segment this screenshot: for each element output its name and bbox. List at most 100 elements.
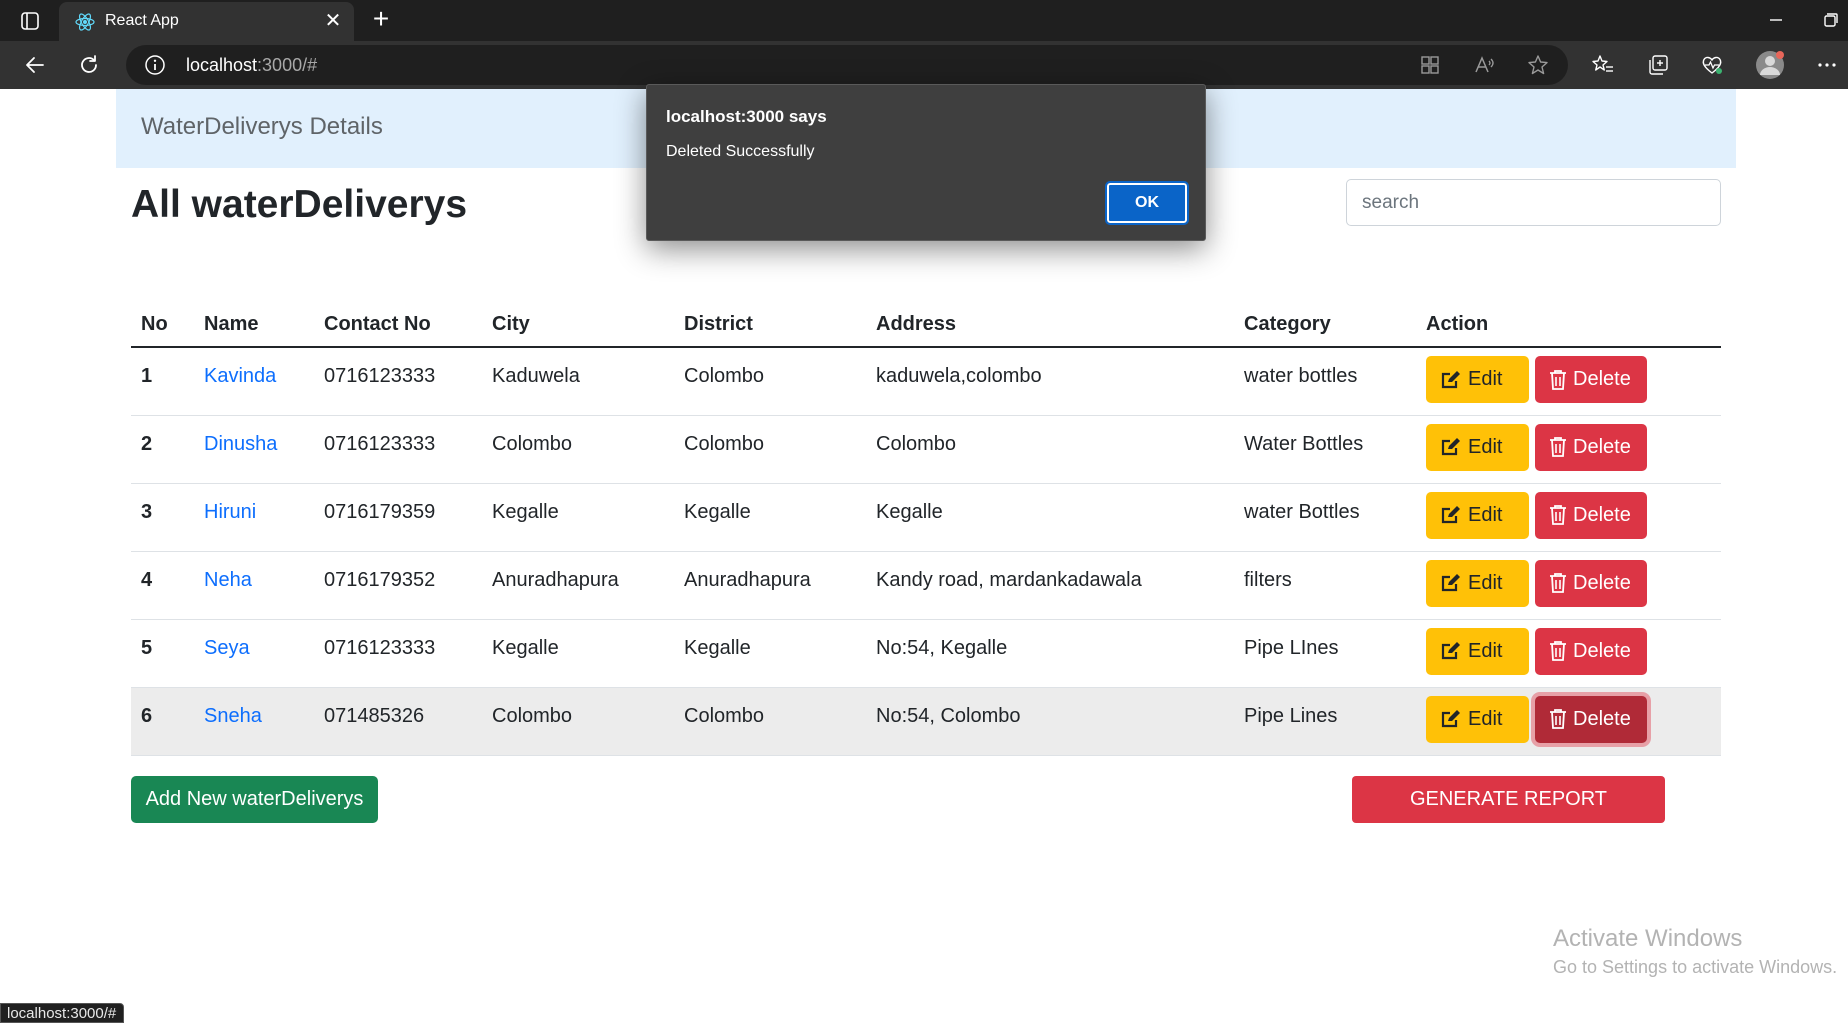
back-icon[interactable] <box>21 51 49 79</box>
city-cell: Anuradhapura <box>482 551 674 620</box>
edit-label: Edit <box>1468 571 1503 594</box>
edit-label: Edit <box>1468 435 1503 458</box>
generate-report-button[interactable]: GENERATE REPORT <box>1352 776 1665 823</box>
action-cell: Edit Delete <box>1416 551 1721 620</box>
address-host: localhost <box>186 55 258 75</box>
edit-button[interactable]: Edit <box>1426 423 1529 471</box>
edit-icon <box>1441 506 1460 524</box>
collections-icon[interactable] <box>1644 51 1672 79</box>
name-link[interactable]: Neha <box>204 569 252 591</box>
table-row: 1 Kavinda 0716123333 Kaduwela Colombo ka… <box>131 347 1721 416</box>
refresh-icon[interactable] <box>75 51 103 79</box>
table-row: 4 Neha 0716179352 Anuradhapura Anuradhap… <box>131 551 1721 620</box>
address-bar[interactable]: localhost:3000/# <box>126 45 1568 85</box>
contact-cell: 071485326 <box>314 687 482 756</box>
city-cell: Colombo <box>482 415 674 484</box>
column-header-action: Action <box>1416 302 1721 348</box>
favorite-star-icon[interactable] <box>1524 51 1552 79</box>
column-header-no: No <box>131 302 194 348</box>
delete-label: Delete <box>1573 571 1631 594</box>
category-cell: water Bottles <box>1234 483 1416 552</box>
action-cell: Edit Delete <box>1416 687 1721 756</box>
action-cell: Edit Delete <box>1416 415 1721 484</box>
column-header-category: Category <box>1234 302 1416 348</box>
contact-cell: 0716123333 <box>314 415 482 484</box>
navbar-brand[interactable]: WaterDeliverys Details <box>141 113 383 141</box>
delete-label: Delete <box>1573 435 1631 458</box>
site-info-icon[interactable] <box>144 54 166 76</box>
address-cell: Kegalle <box>866 483 1234 552</box>
edit-button[interactable]: Edit <box>1426 356 1529 403</box>
address-cell: No:54, Colombo <box>866 687 1234 756</box>
name-cell: Kavinda <box>194 347 314 416</box>
name-link[interactable]: Kavinda <box>204 365 276 387</box>
edit-label: Edit <box>1468 639 1503 662</box>
edit-button[interactable]: Edit <box>1426 559 1529 607</box>
delete-button[interactable]: Delete <box>1535 627 1647 675</box>
city-cell: Colombo <box>482 687 674 756</box>
table-row: 3 Hiruni 0716179359 Kegalle Kegalle Kega… <box>131 483 1721 552</box>
edit-button[interactable]: Edit <box>1426 491 1529 539</box>
search-input[interactable] <box>1346 179 1721 226</box>
district-cell: Kegalle <box>674 483 866 552</box>
browser-tab-bar: React App ✕ + <box>0 0 1848 41</box>
browser-essentials-icon[interactable] <box>1698 51 1726 79</box>
activate-windows-watermark: Activate Windows Go to Settings to activ… <box>1553 925 1837 978</box>
profile-avatar-icon[interactable] <box>1755 50 1785 80</box>
edit-icon <box>1441 710 1460 728</box>
address-cell: kaduwela,colombo <box>866 347 1234 416</box>
activate-subtitle: Go to Settings to activate Windows. <box>1553 957 1838 977</box>
row-number: 2 <box>131 415 194 484</box>
delete-button[interactable]: Delete <box>1535 423 1647 471</box>
delete-button[interactable]: Delete <box>1535 356 1647 403</box>
name-link[interactable]: Sneha <box>204 705 262 727</box>
contact-cell: 0716179359 <box>314 483 482 552</box>
favorites-icon[interactable] <box>1589 51 1617 79</box>
delete-button[interactable]: Delete <box>1535 695 1647 743</box>
page-title: All waterDeliverys <box>131 183 468 226</box>
name-cell: Seya <box>194 619 314 688</box>
add-new-button[interactable]: Add New waterDeliverys <box>131 776 378 823</box>
edit-icon <box>1441 574 1460 592</box>
name-link[interactable]: Seya <box>204 637 250 659</box>
category-cell: Pipe Lines <box>1234 687 1416 756</box>
close-tab-icon[interactable]: ✕ <box>322 10 344 32</box>
contact-cell: 0716123333 <box>314 619 482 688</box>
edit-icon <box>1441 438 1460 456</box>
category-cell: filters <box>1234 551 1416 620</box>
tab-actions-icon[interactable] <box>18 9 42 33</box>
apps-icon[interactable] <box>1416 51 1444 79</box>
more-menu-icon[interactable] <box>1813 51 1841 79</box>
table-row: 2 Dinusha 0716123333 Colombo Colombo Col… <box>131 415 1721 484</box>
activate-title: Activate Windows <box>1553 925 1743 952</box>
delete-button[interactable]: Delete <box>1535 491 1647 539</box>
table-header-row: No Name Contact No City District Address… <box>131 302 1721 348</box>
column-header-district: District <box>674 302 866 348</box>
name-cell: Sneha <box>194 687 314 756</box>
browser-tab[interactable]: React App ✕ <box>59 2 354 41</box>
trash-icon <box>1550 505 1566 525</box>
restore-icon[interactable] <box>1818 8 1842 32</box>
browser-toolbar: localhost:3000/# <box>0 41 1848 89</box>
ok-button[interactable]: OK <box>1105 181 1189 225</box>
name-cell: Hiruni <box>194 483 314 552</box>
delete-button[interactable]: Delete <box>1535 559 1647 607</box>
district-cell: Colombo <box>674 347 866 416</box>
trash-icon <box>1550 641 1566 661</box>
edit-icon <box>1441 642 1460 660</box>
edit-label: Edit <box>1468 707 1503 730</box>
new-tab-icon[interactable]: + <box>367 5 395 34</box>
address-cell: Kandy road, mardankadawala <box>866 551 1234 620</box>
minimize-icon[interactable] <box>1764 8 1788 32</box>
contact-cell: 0716179352 <box>314 551 482 620</box>
edit-label: Edit <box>1468 368 1503 390</box>
address-cell: Colombo <box>866 415 1234 484</box>
edit-button[interactable]: Edit <box>1426 695 1529 743</box>
name-link[interactable]: Hiruni <box>204 501 256 523</box>
edit-button[interactable]: Edit <box>1426 627 1529 675</box>
contact-cell: 0716123333 <box>314 347 482 416</box>
address-text[interactable]: localhost:3000/# <box>186 55 317 76</box>
name-link[interactable]: Dinusha <box>204 433 277 455</box>
read-aloud-icon[interactable] <box>1470 51 1498 79</box>
edit-label: Edit <box>1468 503 1503 526</box>
